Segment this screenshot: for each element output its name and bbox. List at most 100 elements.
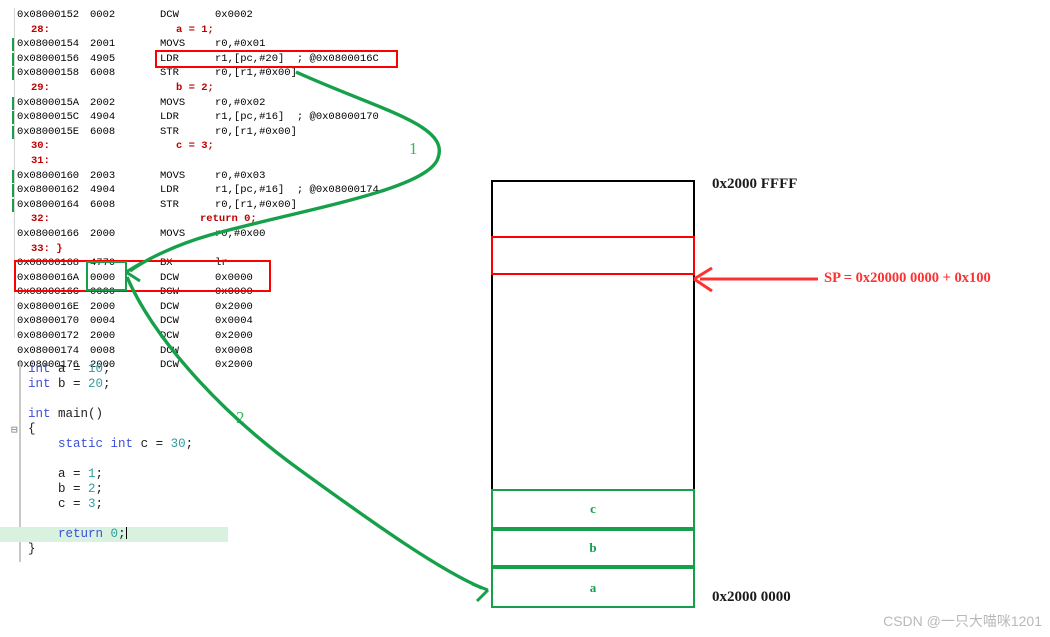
source-line-number: 29: xyxy=(31,81,50,94)
source-mapping-marker xyxy=(12,198,14,212)
disassembly-row[interactable]: 0x08000172 2000 DCW 0x2000 xyxy=(0,329,470,344)
disassembly-row[interactable]: 0x08000166 2000 MOVS r0,#0x00 xyxy=(0,227,470,242)
instruction-address: 0x08000174 xyxy=(17,344,80,357)
instruction-operands: r0,[r1,#0x00] xyxy=(215,67,297,80)
source-line[interactable] xyxy=(0,512,320,527)
disassembly-source-line[interactable]: 31: xyxy=(0,154,470,169)
instruction-mnemonic: MOVS xyxy=(160,96,186,109)
source-line[interactable]: c = 3; xyxy=(0,497,320,512)
source-line-number: 32: xyxy=(31,213,50,226)
instruction-operands: lr xyxy=(215,257,228,270)
memory-segment-label-b: b xyxy=(589,540,597,555)
instruction-address: 0x08000170 xyxy=(17,315,80,328)
instruction-operands: 0x2000 xyxy=(215,300,253,313)
instruction-mnemonic: STR xyxy=(160,198,179,211)
instruction-encoding: 2000 xyxy=(90,227,116,240)
memory-segment-label-a: a xyxy=(589,579,597,595)
instruction-operands: 0x0002 xyxy=(215,9,253,21)
disassembly-row[interactable]: 0x08000152 0002 DCW 0x0002 xyxy=(0,8,470,23)
disassembly-source-line[interactable]: 30: c = 3; xyxy=(0,139,470,154)
disassembly-row[interactable]: 0x08000162 4904 LDR r1,[pc,#16] ; @0x080001… xyxy=(0,183,470,198)
instruction-operands: 0x0000 xyxy=(215,271,253,284)
instruction-encoding: 6008 xyxy=(90,198,116,211)
disassembly-row[interactable]: 0x08000170 0004 DCW 0x0004 xyxy=(0,314,470,329)
source-line-text: return 0; xyxy=(200,213,257,226)
instruction-encoding: 4904 xyxy=(90,111,116,124)
disassembly-source-line[interactable]: 29: b = 2; xyxy=(0,81,470,96)
stack-pointer-label: SP = 0x20000 0000 + 0x100 xyxy=(824,270,991,286)
disassembly-source-line[interactable]: 32: return 0; xyxy=(0,212,470,227)
source-line-content: int b = 20; xyxy=(28,377,111,391)
instruction-operands: r1,[pc,#16] ; @0x08000174 xyxy=(215,184,379,197)
source-line[interactable]: ⊟{ xyxy=(0,422,320,437)
source-line[interactable]: a = 1; xyxy=(0,467,320,482)
memory-segment-global-a: a xyxy=(491,567,695,608)
disassembly-row[interactable]: 0x08000168 4770 BX lr xyxy=(0,256,470,271)
source-line[interactable]: } xyxy=(0,542,320,557)
source-line[interactable]: int main() xyxy=(0,407,320,422)
disassembly-row[interactable]: 0x08000164 6008 STR r0,[r1,#0x00] xyxy=(0,198,470,213)
red-sp-arrow-head xyxy=(693,266,713,293)
source-line-content: } xyxy=(28,542,36,556)
source-line[interactable]: return 0; xyxy=(0,527,228,542)
instruction-address: 0x08000166 xyxy=(17,227,80,240)
disassembly-row[interactable]: 0x08000156 4905 LDR r1,[pc,#20] ; @0x080001… xyxy=(0,52,470,67)
instruction-encoding: 2003 xyxy=(90,169,116,182)
disassembly-row[interactable]: 0x08000158 6008 STR r0,[r1,#0x00] xyxy=(0,66,470,81)
source-mapping-marker xyxy=(12,67,14,81)
instruction-encoding: 0002 xyxy=(90,9,116,21)
source-line-number: 30: xyxy=(31,140,50,153)
instruction-address: 0x08000152 xyxy=(17,9,80,21)
instruction-address: 0x08000172 xyxy=(17,330,80,343)
disassembly-source-line[interactable]: 28: a = 1; xyxy=(0,23,470,38)
disassembly-rows[interactable]: 0x08000152 0002 DCW 0x0002 28: a = 1; 0x080001… xyxy=(0,8,470,373)
memory-layout-diagram: c b a xyxy=(491,180,695,616)
instruction-address: 0x0800016C xyxy=(17,286,80,299)
source-line-content: int main() xyxy=(28,407,104,421)
memory-top-address-label: 0x2000 FFFF xyxy=(712,176,798,192)
memory-segment-global-b: b xyxy=(491,529,695,567)
source-code-pane[interactable]: int a = 10; int b = 20; int main() ⊟{ stati… xyxy=(0,362,320,572)
instruction-operands: r0,[r1,#0x00] xyxy=(215,125,297,138)
instruction-mnemonic: DCW xyxy=(160,300,179,313)
disassembly-row[interactable]: 0x0800015E 6008 STR r0,[r1,#0x00] xyxy=(0,125,470,140)
disassembly-pane[interactable]: 0x08000152 0002 DCW 0x0002 28: a = 1; 0x080001… xyxy=(0,8,470,371)
instruction-encoding: 2002 xyxy=(90,96,116,109)
source-line-content: b = 2; xyxy=(28,482,104,496)
annotation-number-1: 1 xyxy=(409,139,418,158)
disassembly-row[interactable]: 0x08000154 2001 MOVS r0,#0x01 xyxy=(0,37,470,52)
source-line[interactable]: int b = 20; xyxy=(0,377,320,392)
disassembly-row[interactable]: 0x0800016A 0000 DCW 0x0000 xyxy=(0,271,470,286)
instruction-operands: 0x0008 xyxy=(215,344,253,357)
instruction-mnemonic: DCW xyxy=(160,271,179,284)
source-line-content: return 0; xyxy=(58,527,127,541)
instruction-encoding: 2000 xyxy=(90,330,116,343)
disassembly-row[interactable]: 0x0800015C 4904 LDR r1,[pc,#16] ; @0x080001… xyxy=(0,110,470,125)
instruction-address: 0x08000162 xyxy=(17,184,80,197)
instruction-mnemonic: MOVS xyxy=(160,169,186,182)
disassembly-row[interactable]: 0x08000160 2003 MOVS r0,#0x03 xyxy=(0,169,470,184)
instruction-address: 0x08000154 xyxy=(17,38,80,51)
source-line[interactable]: static int c = 30; xyxy=(0,437,320,452)
instruction-encoding: 0000 xyxy=(90,271,116,284)
instruction-address: 0x0800016A xyxy=(17,271,80,284)
source-line[interactable] xyxy=(0,452,320,467)
instruction-encoding: 2000 xyxy=(90,300,116,313)
instruction-encoding: 4905 xyxy=(90,52,116,65)
source-code-rows[interactable]: int a = 10; int b = 20; int main() ⊟{ stati… xyxy=(0,362,320,557)
source-line-content: static int c = 30; xyxy=(58,437,194,451)
source-line-content: c = 3; xyxy=(28,497,104,511)
source-line[interactable]: int a = 10; xyxy=(0,362,320,377)
source-line[interactable] xyxy=(0,392,320,407)
disassembly-row[interactable]: 0x08000174 0008 DCW 0x0008 xyxy=(0,344,470,359)
source-line[interactable]: b = 2; xyxy=(0,482,320,497)
instruction-address: 0x08000164 xyxy=(17,198,80,211)
source-mapping-marker xyxy=(12,52,14,66)
disassembly-row[interactable]: 0x0800016E 2000 DCW 0x2000 xyxy=(0,300,470,315)
disassembly-row[interactable]: 0x0800015A 2002 MOVS r0,#0x02 xyxy=(0,96,470,111)
instruction-address: 0x0800015C xyxy=(17,111,80,124)
disassembly-source-line[interactable]: 33: } xyxy=(0,242,470,257)
source-mapping-marker xyxy=(12,169,14,183)
instruction-operands: r1,[pc,#16] ; @0x08000170 xyxy=(215,111,379,124)
disassembly-row[interactable]: 0x0800016C 0000 DCW 0x0000 xyxy=(0,285,470,300)
